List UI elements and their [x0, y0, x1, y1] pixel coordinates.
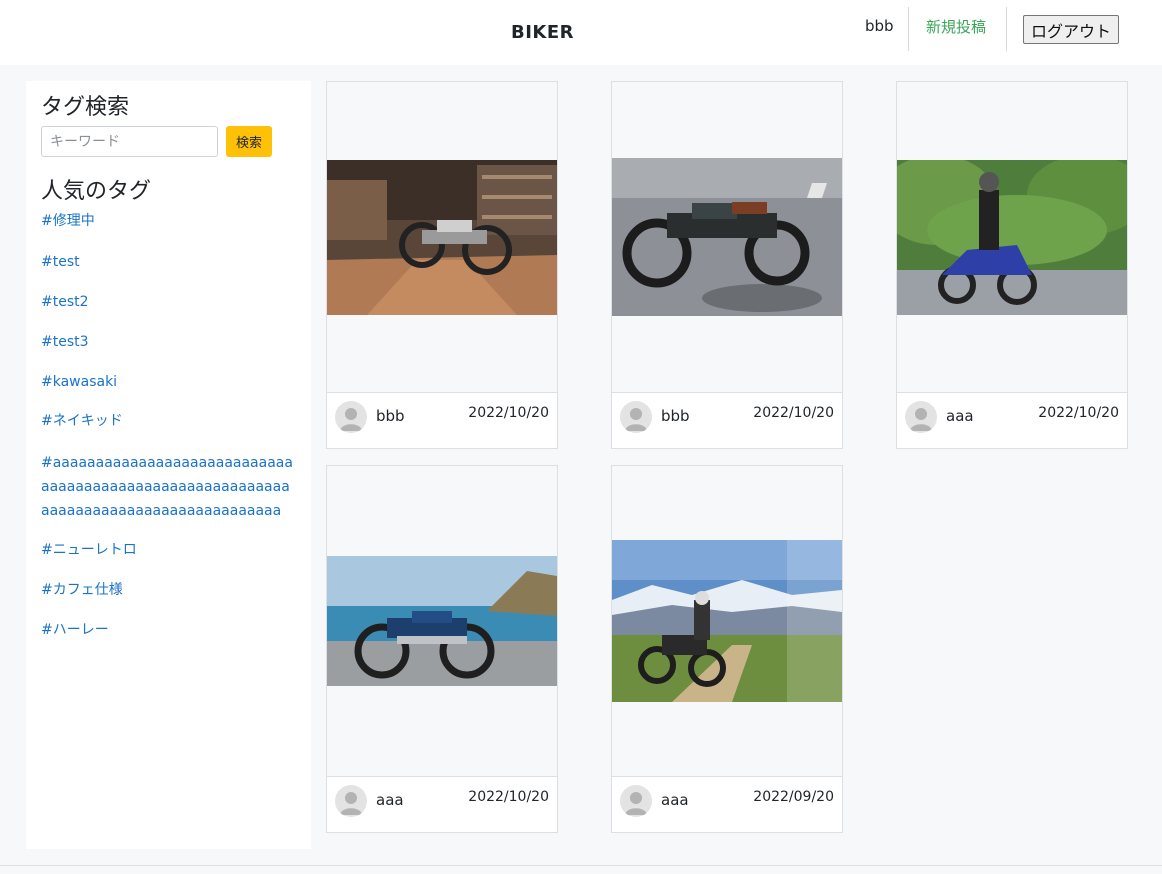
post-photo[interactable] — [612, 540, 842, 702]
nav-username[interactable]: bbb — [865, 17, 894, 35]
post-card-footer: aaa 2022/10/20 — [327, 776, 557, 832]
post-date: 2022/09/20 — [753, 789, 834, 805]
post-card[interactable]: aaa 2022/10/20 — [896, 81, 1128, 449]
tag-link[interactable]: #修理中 — [41, 209, 297, 233]
post-username[interactable]: aaa — [946, 407, 974, 425]
post-card-footer: aaa 2022/10/20 — [897, 392, 1127, 448]
tag-link[interactable]: #test2 — [41, 290, 297, 314]
tag-link[interactable]: #カフェ仕様 — [41, 578, 297, 602]
nav-divider — [1006, 7, 1007, 51]
new-post-link[interactable]: 新規投稿 — [926, 16, 986, 37]
post-username[interactable]: bbb — [376, 407, 405, 425]
top-navbar: BIKER bbb 新規投稿 ログアウト — [0, 0, 1162, 65]
post-photo[interactable] — [327, 160, 557, 315]
tag-link[interactable]: #test3 — [41, 330, 297, 354]
tag-link[interactable]: #ニューレトロ — [41, 538, 297, 562]
post-photo[interactable] — [897, 160, 1127, 315]
post-card[interactable]: aaa 2022/10/20 — [326, 465, 558, 833]
tag-search-input[interactable] — [41, 126, 218, 157]
post-card[interactable]: aaa 2022/09/20 — [611, 465, 843, 833]
post-card-footer: bbb 2022/10/20 — [612, 392, 842, 448]
post-date: 2022/10/20 — [753, 405, 834, 421]
tag-sidebar: タグ検索 検索 人気のタグ #修理中 #test #test2 #test3 #… — [26, 81, 311, 849]
post-date: 2022/10/20 — [468, 405, 549, 421]
tag-link[interactable]: #ハーレー — [41, 618, 297, 642]
avatar-icon — [620, 401, 652, 433]
popular-tags-title: 人気のタグ — [41, 179, 152, 204]
footer-divider — [0, 865, 1162, 866]
tag-link[interactable]: #ネイキッド — [41, 409, 297, 433]
tag-link[interactable]: #test — [41, 250, 297, 274]
post-username[interactable]: aaa — [376, 791, 404, 809]
nav-divider — [908, 7, 909, 51]
avatar-icon — [620, 785, 652, 817]
post-photo[interactable] — [327, 556, 557, 686]
post-card-footer: aaa 2022/09/20 — [612, 776, 842, 832]
tag-link[interactable]: #aaaaaaaaaaaaaaaaaaaaaaaaaaaaaaaaaaaaaaa… — [41, 451, 297, 523]
search-button[interactable]: 検索 — [226, 126, 272, 157]
tag-link[interactable]: #kawasaki — [41, 370, 297, 394]
post-card[interactable]: bbb 2022/10/20 — [326, 81, 558, 449]
post-date: 2022/10/20 — [1038, 405, 1119, 421]
brand-logo[interactable]: BIKER — [511, 22, 574, 43]
avatar-icon — [335, 785, 367, 817]
avatar-icon — [905, 401, 937, 433]
post-card-footer: bbb 2022/10/20 — [327, 392, 557, 448]
post-date: 2022/10/20 — [468, 789, 549, 805]
post-card[interactable]: bbb 2022/10/20 — [611, 81, 843, 449]
avatar-icon — [335, 401, 367, 433]
post-photo[interactable] — [612, 158, 842, 316]
tag-search-title: タグ検索 — [41, 95, 130, 120]
logout-button[interactable]: ログアウト — [1023, 15, 1119, 44]
post-username[interactable]: aaa — [661, 791, 689, 809]
post-username[interactable]: bbb — [661, 407, 690, 425]
